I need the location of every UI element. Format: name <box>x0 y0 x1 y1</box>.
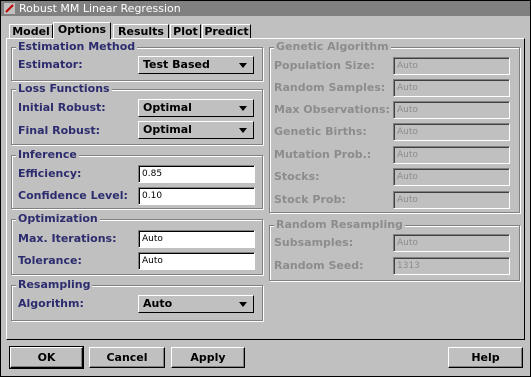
final-robust-value: Optimal <box>143 123 192 136</box>
inference-title: Inference <box>16 148 79 162</box>
max-iterations-field[interactable]: Auto <box>138 230 255 248</box>
max-iterations-label: Max. Iterations: <box>18 232 117 245</box>
tab-plot[interactable]: Plot <box>170 24 201 38</box>
stocks-label: Stocks: <box>274 170 320 183</box>
initial-robust-label: Initial Robust: <box>18 101 106 114</box>
loss-functions-title: Loss Functions <box>16 82 112 96</box>
population-size-label: Population Size: <box>274 59 375 72</box>
efficiency-label: Efficiency: <box>18 167 82 180</box>
efficiency-field[interactable]: 0.85 <box>138 165 255 183</box>
dialog-window: Robust MM Linear Regression Model Option… <box>0 0 531 377</box>
ok-button[interactable]: OK <box>9 346 84 369</box>
subsamples-field[interactable]: Auto <box>393 234 510 252</box>
tab-results[interactable]: Results <box>113 24 169 38</box>
final-robust-combo[interactable]: Optimal <box>138 121 254 139</box>
optimization-title: Optimization <box>16 212 100 226</box>
estimator-value: Test Based <box>143 58 210 71</box>
stocks-field[interactable]: Auto <box>393 168 510 186</box>
tolerance-field[interactable]: Auto <box>138 252 255 270</box>
mutation-prob-label: Mutation Prob.: <box>274 148 372 161</box>
chevron-down-icon <box>239 106 247 111</box>
chevron-down-icon <box>239 63 247 68</box>
random-samples-field[interactable]: Auto <box>393 79 510 97</box>
title-bar[interactable]: Robust MM Linear Regression <box>1 1 530 16</box>
mutation-prob-field[interactable]: Auto <box>393 146 510 164</box>
cancel-button[interactable]: Cancel <box>89 347 165 368</box>
tab-options[interactable]: Options <box>53 22 111 39</box>
chevron-down-icon <box>239 302 247 307</box>
tolerance-label: Tolerance: <box>18 254 82 267</box>
final-robust-label: Final Robust: <box>18 124 101 137</box>
random-seed-label: Random Seed: <box>274 259 364 272</box>
tab-predict[interactable]: Predict <box>202 24 251 38</box>
confidence-level-field[interactable]: 0.10 <box>138 187 255 205</box>
estimator-label: Estimator: <box>18 58 83 71</box>
initial-robust-combo[interactable]: Optimal <box>138 99 254 117</box>
genetic-births-label: Genetic Births: <box>274 125 367 138</box>
tab-model[interactable]: Model <box>9 24 53 38</box>
stock-prob-label: Stock Prob: <box>274 193 346 206</box>
algorithm-combo[interactable]: Auto <box>138 295 254 313</box>
algorithm-label: Algorithm: <box>18 297 84 310</box>
random-resampling-title: Random Resampling <box>274 218 405 232</box>
population-size-field[interactable]: Auto <box>393 57 510 75</box>
window-title: Robust MM Linear Regression <box>19 2 181 15</box>
random-seed-field[interactable]: 1313 <box>393 257 510 275</box>
subsamples-label: Subsamples: <box>274 236 354 249</box>
genetic-births-field[interactable]: Auto <box>393 123 510 141</box>
confidence-level-label: Confidence Level: <box>18 189 128 202</box>
max-observations-label: Max Observations: <box>274 103 390 116</box>
app-icon <box>4 3 15 14</box>
help-button[interactable]: Help <box>448 347 523 368</box>
max-observations-field[interactable]: Auto <box>393 101 510 119</box>
random-samples-label: Random Samples: <box>274 81 386 94</box>
estimation-method-title: Estimation Method <box>16 40 138 54</box>
initial-robust-value: Optimal <box>143 101 192 114</box>
stock-prob-field[interactable]: Auto <box>393 191 510 209</box>
genetic-algorithm-title: Genetic Algorithm <box>274 40 391 54</box>
resampling-title: Resampling <box>16 278 93 292</box>
chevron-down-icon <box>239 128 247 133</box>
algorithm-value: Auto <box>143 297 173 310</box>
estimator-combo[interactable]: Test Based <box>138 56 254 74</box>
apply-button[interactable]: Apply <box>171 347 245 368</box>
